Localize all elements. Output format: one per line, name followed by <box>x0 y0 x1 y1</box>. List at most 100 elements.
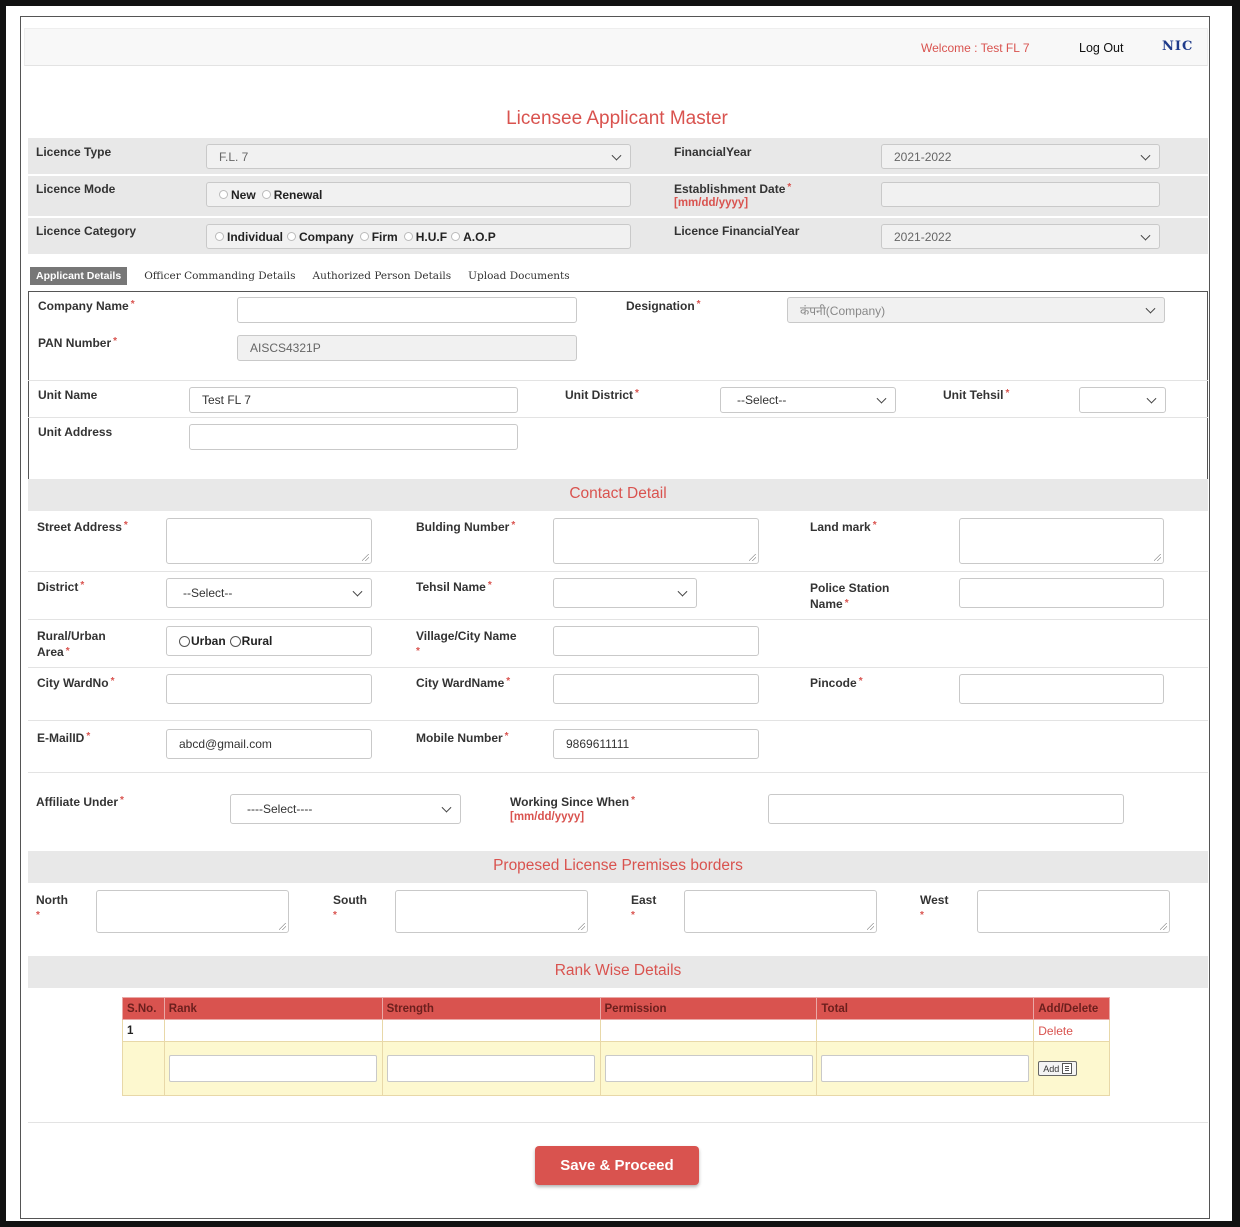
tab-authorized-person[interactable]: Authorized Person Details <box>312 270 451 282</box>
radio-rural[interactable] <box>229 635 241 647</box>
street-address-text: Street Address <box>37 520 122 534</box>
street-address-textarea[interactable] <box>166 518 372 564</box>
permission-input[interactable] <box>604 1055 813 1082</box>
financial-year-select[interactable]: 2021-2022 <box>881 144 1160 169</box>
pan-input[interactable]: AISCS4321P <box>237 335 577 361</box>
establishment-date-text: Establishment Date <box>674 182 786 196</box>
add-button[interactable]: Add <box>1038 1061 1078 1076</box>
required-mark: * <box>333 910 337 921</box>
email-input[interactable]: abcd@gmail.com <box>166 729 372 759</box>
unit-district-select[interactable]: --Select-- <box>720 387 896 413</box>
working-since-format: [mm/dd/yyyy] <box>510 811 585 823</box>
affiliate-under-value: ----Select---- <box>247 802 313 816</box>
unit-name-label: Unit Name <box>38 388 98 402</box>
tab-officer-commanding[interactable]: Officer Commanding Details <box>144 270 295 282</box>
licence-type-select[interactable]: F.L. 7 <box>206 144 631 169</box>
email-value: abcd@gmail.com <box>179 737 272 751</box>
radio-firm-label: Firm <box>371 229 398 244</box>
affiliate-under-select[interactable]: ----Select---- <box>230 794 461 824</box>
unit-district-text: Unit District <box>565 388 634 402</box>
tehsil-select[interactable] <box>553 578 697 608</box>
pincode-label: Pincode * <box>810 676 863 690</box>
radio-urban[interactable] <box>179 635 190 647</box>
unit-tehsil-select[interactable] <box>1079 387 1166 413</box>
tab-upload-documents[interactable]: Upload Documents <box>468 270 570 282</box>
add-label: Add <box>1043 1063 1060 1074</box>
police-station-input[interactable] <box>959 578 1164 608</box>
radio-rural-label: Rural <box>241 634 273 648</box>
company-name-input[interactable] <box>237 297 577 323</box>
radio-firm[interactable] <box>359 232 369 241</box>
south-text: South <box>333 893 367 907</box>
mobile-input[interactable]: 9869611111 <box>553 729 759 759</box>
mobile-text: Mobile Number <box>416 731 503 745</box>
row-rank <box>163 1019 383 1042</box>
licence-mode-radios: New Renewal <box>206 182 631 207</box>
logout-link[interactable]: Log Out <box>1079 41 1123 55</box>
table-input-row: Add <box>122 1041 1110 1096</box>
radio-new[interactable] <box>219 190 228 199</box>
ward-no-input[interactable] <box>166 674 372 704</box>
tab-applicant-details[interactable]: Applicant Details <box>30 267 128 285</box>
village-city-label: Village/City Name * <box>416 628 517 660</box>
radio-huf[interactable] <box>403 232 413 241</box>
radio-individual[interactable] <box>215 232 224 241</box>
divider <box>28 667 1208 668</box>
working-since-label: Working Since When * <box>510 795 635 809</box>
north-textarea[interactable] <box>96 890 289 933</box>
building-number-text: Bulding Number <box>416 520 510 534</box>
delete-link[interactable]: Delete <box>1038 1024 1073 1038</box>
mobile-value: 9869611111 <box>566 737 630 751</box>
west-textarea[interactable] <box>977 890 1170 933</box>
district-value: --Select-- <box>183 586 233 600</box>
strength-input[interactable] <box>386 1055 595 1082</box>
row-sno: 1 <box>122 1019 165 1042</box>
licence-fy-select[interactable]: 2021-2022 <box>881 224 1160 249</box>
col-total: Total <box>816 997 1035 1020</box>
unit-address-input[interactable] <box>189 424 518 450</box>
chevron-down-icon <box>1146 393 1157 404</box>
divider <box>28 380 1208 381</box>
unit-address-label: Unit Address <box>38 425 113 439</box>
ward-name-input[interactable] <box>553 674 759 704</box>
radio-aop[interactable] <box>451 232 461 241</box>
unit-name-input[interactable]: Test FL 7 <box>189 387 518 413</box>
chevron-down-icon <box>677 586 688 597</box>
tehsil-name-text: Tehsil Name <box>416 580 486 594</box>
input-total-cell <box>816 1041 1035 1096</box>
east-textarea[interactable] <box>684 890 877 933</box>
pincode-input[interactable] <box>959 674 1164 704</box>
required-mark: * <box>858 676 863 687</box>
divider <box>28 571 1208 572</box>
radio-renewal[interactable] <box>261 190 271 199</box>
district-select[interactable]: --Select-- <box>166 578 372 608</box>
district-label: District * <box>37 580 84 594</box>
landmark-textarea[interactable] <box>959 518 1164 564</box>
working-since-input[interactable] <box>768 794 1124 824</box>
required-mark: * <box>123 520 128 531</box>
radio-company-label: Company <box>299 229 354 244</box>
designation-select[interactable]: कंपनी(Company) <box>787 297 1165 323</box>
pan-value: AISCS4321P <box>250 341 321 355</box>
col-strength: Strength <box>381 997 601 1020</box>
save-proceed-button[interactable]: Save & Proceed <box>535 1146 699 1185</box>
rank-input[interactable] <box>168 1055 377 1082</box>
radio-new-label: New <box>231 187 256 202</box>
building-number-textarea[interactable] <box>553 518 759 564</box>
total-input[interactable] <box>821 1055 1030 1082</box>
input-action-cell: Add <box>1033 1041 1110 1096</box>
village-city-input[interactable] <box>553 626 759 656</box>
required-mark: * <box>86 731 91 742</box>
establishment-date-input[interactable] <box>881 182 1160 207</box>
input-sno <box>122 1041 165 1096</box>
chevron-down-icon <box>1140 230 1151 241</box>
row-strength <box>381 1019 601 1042</box>
radio-company[interactable] <box>287 232 297 241</box>
rural-urban-text-2: Area <box>37 645 64 659</box>
required-mark: * <box>631 910 635 921</box>
south-textarea[interactable] <box>395 890 588 933</box>
unit-name-value: Test FL 7 <box>202 393 251 407</box>
required-mark: * <box>80 580 85 591</box>
contact-detail-heading: Contact Detail <box>28 479 1208 511</box>
required-mark: * <box>36 910 40 921</box>
